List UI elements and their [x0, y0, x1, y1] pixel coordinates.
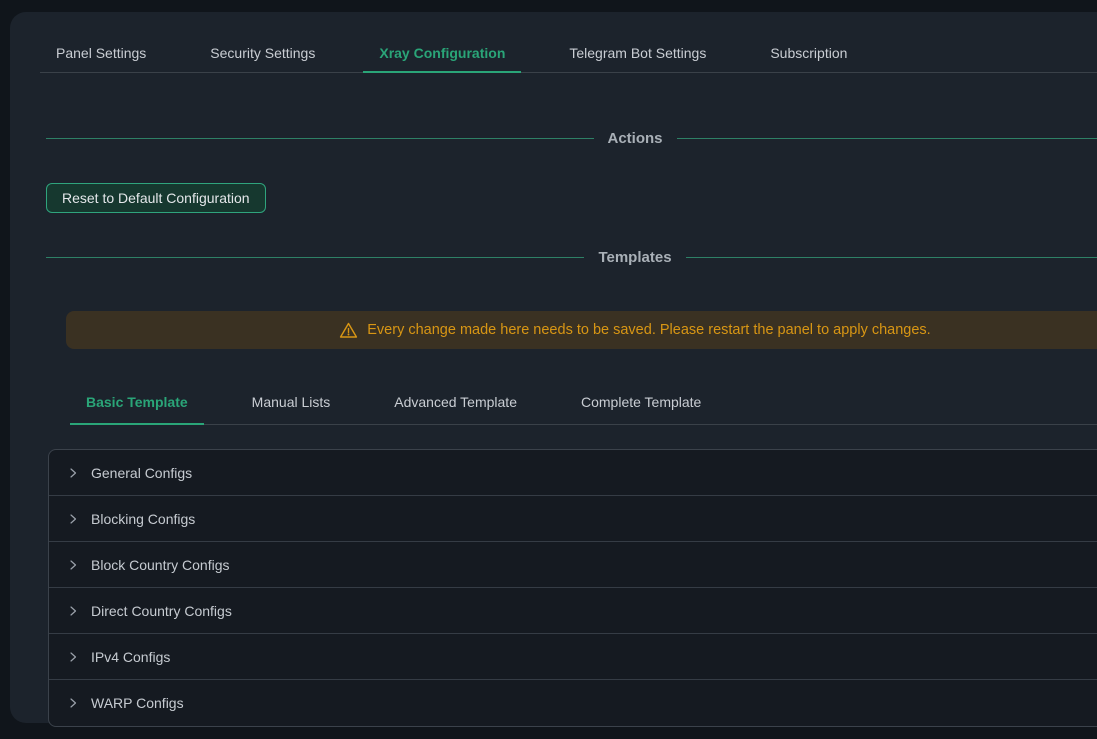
accordion-row-label: Blocking Configs [91, 511, 195, 527]
tab-basic-template[interactable]: Basic Template [70, 382, 204, 424]
warning-text: Every change made here needs to be saved… [367, 322, 930, 338]
chevron-right-icon [67, 513, 79, 525]
tab-subscription[interactable]: Subscription [754, 40, 863, 72]
tab-complete-template[interactable]: Complete Template [565, 382, 717, 424]
settings-card: Panel Settings Security Settings Xray Co… [10, 12, 1097, 723]
chevron-right-icon [67, 651, 79, 663]
actions-divider: Actions [46, 127, 1097, 149]
template-tab-bar: Basic Template Manual Lists Advanced Tem… [70, 382, 1097, 425]
accordion-row-label: Block Country Configs [91, 557, 230, 573]
tab-panel-settings[interactable]: Panel Settings [40, 40, 162, 72]
accordion-row-block-country-configs[interactable]: Block Country Configs [49, 542, 1097, 588]
tab-security-settings[interactable]: Security Settings [194, 40, 331, 72]
templates-section-title: Templates [584, 249, 685, 266]
warning-triangle-icon [339, 321, 358, 340]
tab-xray-configuration[interactable]: Xray Configuration [363, 40, 521, 72]
restart-warning-alert: Every change made here needs to be saved… [66, 311, 1097, 349]
actions-section-title: Actions [594, 130, 677, 147]
accordion-row-label: IPv4 Configs [91, 649, 170, 665]
reset-to-default-button[interactable]: Reset to Default Configuration [46, 183, 266, 213]
accordion-row-warp-configs[interactable]: WARP Configs [49, 680, 1097, 726]
templates-divider: Templates [46, 246, 1097, 268]
divider-line [46, 138, 594, 139]
divider-line [686, 257, 1097, 258]
accordion-row-general-configs[interactable]: General Configs [49, 450, 1097, 496]
chevron-right-icon [67, 467, 79, 479]
accordion-row-label: Direct Country Configs [91, 603, 232, 619]
divider-line [677, 138, 1097, 139]
tab-telegram-bot-settings[interactable]: Telegram Bot Settings [553, 40, 722, 72]
accordion-row-ipv4-configs[interactable]: IPv4 Configs [49, 634, 1097, 680]
accordion-row-blocking-configs[interactable]: Blocking Configs [49, 496, 1097, 542]
main-tab-bar: Panel Settings Security Settings Xray Co… [40, 40, 1097, 73]
chevron-right-icon [67, 605, 79, 617]
accordion-row-direct-country-configs[interactable]: Direct Country Configs [49, 588, 1097, 634]
tab-advanced-template[interactable]: Advanced Template [378, 382, 533, 424]
accordion-row-label: WARP Configs [91, 695, 184, 711]
divider-line [46, 257, 584, 258]
tab-manual-lists[interactable]: Manual Lists [236, 382, 347, 424]
accordion-row-label: General Configs [91, 465, 192, 481]
chevron-right-icon [67, 559, 79, 571]
configs-accordion: General Configs Blocking Configs Block C… [48, 449, 1097, 727]
chevron-right-icon [67, 697, 79, 709]
